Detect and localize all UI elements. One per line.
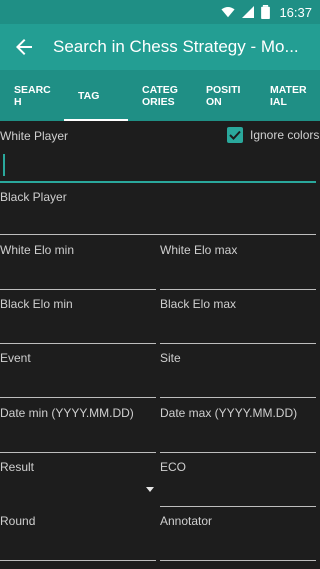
site-underline [160,397,316,398]
tab-search[interactable]: SEARCH [0,70,64,121]
eco-label: ECO [160,460,187,474]
tab-label: CATEGORIES [142,83,178,108]
date-max-label: Date max (YYYY.MM.DD) [160,406,298,420]
result-dropdown[interactable]: Result [0,453,156,507]
white-player-label: White Player [0,129,69,143]
white-elo-min-label: White Elo min [0,243,75,257]
tab-tag[interactable]: TAG [64,70,128,121]
tab-label: MATERIAL [270,83,307,108]
black-elo-max-label: Black Elo max [160,297,237,311]
tab-bar: SEARCH TAG CATEGORIES POSITION MATERIAL [0,70,320,121]
annotator-field[interactable]: Annotator [160,507,316,561]
tab-material[interactable]: MATERIAL [256,70,320,121]
black-elo-max-field[interactable]: Black Elo max [160,291,316,345]
tab-categories[interactable]: CATEGORIES [128,70,192,121]
white-elo-max-underline [160,289,316,290]
black-player-label: Black Player [0,190,67,204]
page-title: Search in Chess Strategy - Mo... [53,37,299,56]
ignore-colors-checkbox[interactable] [227,127,243,143]
round-label: Round [0,514,36,528]
date-min-label: Date min (YYYY.MM.DD) [0,406,134,420]
black-elo-max-underline [160,343,316,344]
date-min-field[interactable]: Date min (YYYY.MM.DD) [0,399,156,453]
date-max-field[interactable]: Date max (YYYY.MM.DD) [160,399,316,453]
event-underline [0,397,156,398]
check-icon [229,130,241,140]
white-elo-min-field[interactable]: White Elo min [0,237,156,291]
black-elo-min-underline [0,343,156,344]
dropdown-arrow-icon[interactable] [146,487,154,492]
black-elo-min-label: Black Elo min [0,297,73,311]
annotator-label: Annotator [160,514,213,528]
back-button[interactable] [0,24,48,70]
text-cursor [3,154,5,176]
event-label: Event [0,351,31,365]
wifi-icon [221,6,236,18]
round-field[interactable]: Round [0,507,156,561]
battery-icon [261,5,271,19]
tab-position[interactable]: POSITION [192,70,256,121]
site-field[interactable]: Site [160,345,316,399]
status-bar: 16:37 [0,0,320,24]
site-label: Site [160,351,181,365]
result-label: Result [0,460,35,474]
black-player-field[interactable]: Black Player [0,183,316,237]
tab-label: SEARCH [14,83,51,108]
black-player-underline [0,234,316,235]
event-field[interactable]: Event [0,345,156,399]
app-bar: Search in Chess Strategy - Mo... [0,24,320,70]
round-underline [0,560,156,561]
eco-field[interactable]: ECO [160,453,316,507]
white-elo-min-underline [0,289,156,290]
white-elo-max-label: White Elo max [160,243,238,257]
white-elo-max-field[interactable]: White Elo max [160,237,316,291]
annotator-underline [160,560,316,561]
arrow-back-icon [16,39,32,55]
tab-label: TAG [78,89,100,102]
ignore-colors-label[interactable]: Ignore colors [250,128,319,142]
signal-icon [242,6,255,18]
tag-search-form: White Player Ignore colors Black Player … [0,121,320,569]
black-elo-min-field[interactable]: Black Elo min [0,291,156,345]
tab-label: POSITION [206,83,241,108]
status-time: 16:37 [279,4,312,20]
